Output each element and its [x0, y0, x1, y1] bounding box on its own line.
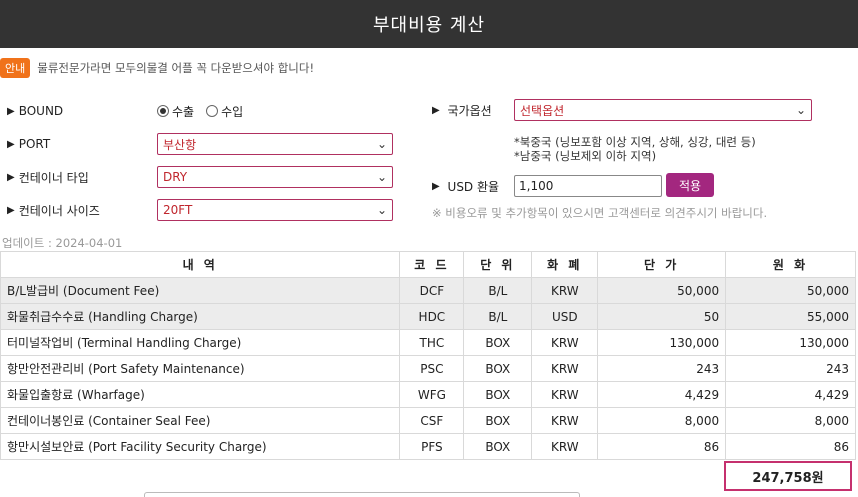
triangle-icon: ▶ — [432, 105, 440, 116]
notice-text: 물류전문가라면 모두의물결 어플 꼭 다운받으셔야 합니다! — [37, 61, 315, 75]
port-row: ▶ PORT 부산항 ⌄ — [7, 132, 397, 156]
cell-currency: KRW — [531, 277, 599, 304]
radio-import[interactable]: 수입 — [206, 103, 243, 120]
cell-krw: 86 — [725, 433, 856, 460]
cell-currency: KRW — [531, 407, 599, 434]
header-price: 단 가 — [597, 251, 727, 278]
page-header: 부대비용 계산 — [0, 0, 858, 48]
container-type-label: ▶ 컨테이너 타입 — [7, 170, 89, 185]
table-row: 컨테이너봉인료 (Container Seal Fee) CSF BOX KRW… — [0, 407, 856, 434]
country-note-south: *남중국 (닝보제외 이하 지역) — [514, 149, 657, 163]
country-option-label: ▶ 국가옵션 — [432, 104, 492, 118]
cell-currency: KRW — [531, 329, 599, 356]
cell-item: 항만안전관리비 (Port Safety Maintenance) — [0, 355, 401, 382]
cell-krw: 50,000 — [725, 277, 856, 304]
radio-export[interactable]: 수출 — [157, 103, 194, 120]
cell-currency: USD — [531, 303, 599, 330]
cell-item: 터미널작업비 (Terminal Handling Charge) — [0, 329, 401, 356]
cell-code: WFG — [399, 381, 465, 408]
cell-item: 화물취급수수료 (Handling Charge) — [0, 303, 401, 330]
cell-krw: 55,000 — [725, 303, 856, 330]
updated-date: 업데이트 : 2024-04-01 — [2, 236, 123, 250]
cell-item: 항만시설보안료 (Port Facility Security Charge) — [0, 433, 401, 460]
cell-krw: 130,000 — [725, 329, 856, 356]
triangle-icon: ▶ — [7, 171, 15, 183]
cell-unit: BOX — [463, 329, 533, 356]
cell-price: 86 — [597, 433, 727, 460]
cell-code: PSC — [399, 355, 465, 382]
triangle-icon: ▶ — [7, 105, 15, 117]
notice-bar: 안내 물류전문가라면 모두의물결 어플 꼭 다운받으셔야 합니다! — [0, 57, 314, 79]
cell-item: 컨테이너봉인료 (Container Seal Fee) — [0, 407, 401, 434]
chevron-down-icon: ⌄ — [376, 170, 387, 184]
cell-price: 8,000 — [597, 407, 727, 434]
apply-button[interactable]: 적용 — [666, 173, 714, 197]
cell-price: 50,000 — [597, 277, 727, 304]
fee-table: 내 역 코 드 단 위 화 폐 단 가 원 화 B/L발급비 (Document… — [0, 251, 856, 460]
cell-unit: BOX — [463, 381, 533, 408]
cell-code: THC — [399, 329, 465, 356]
cell-currency: KRW — [531, 433, 599, 460]
header-item: 내 역 — [0, 251, 401, 278]
container-size-label: ▶ 컨테이너 사이즈 — [7, 203, 100, 218]
port-label: ▶ PORT — [7, 137, 51, 151]
cell-currency: KRW — [531, 355, 599, 382]
table-row: 항만안전관리비 (Port Safety Maintenance) PSC BO… — [0, 355, 856, 382]
chevron-down-icon: ⌄ — [376, 203, 387, 217]
header-unit: 단 위 — [463, 251, 533, 278]
cell-price: 130,000 — [597, 329, 727, 356]
bound-label: ▶ BOUND — [7, 104, 64, 118]
table-row: 화물취급수수료 (Handling Charge) HDC B/L USD 50… — [0, 303, 856, 330]
port-select[interactable]: 부산항 ⌄ — [157, 133, 393, 155]
container-size-row: ▶ 컨테이너 사이즈 20FT ⌄ — [7, 198, 397, 222]
triangle-icon: ▶ — [432, 181, 440, 192]
cell-unit: BOX — [463, 355, 533, 382]
cell-unit: B/L — [463, 303, 533, 330]
header-krw: 원 화 — [725, 251, 856, 278]
table-row: 화물입출항료 (Wharfage) WFG BOX KRW 4,429 4,42… — [0, 381, 856, 408]
cell-krw: 4,429 — [725, 381, 856, 408]
table-row: B/L발급비 (Document Fee) DCF B/L KRW 50,000… — [0, 277, 856, 304]
bound-row: ▶ BOUND 수출 수입 — [7, 99, 397, 123]
cell-price: 4,429 — [597, 381, 727, 408]
cell-code: CSF — [399, 407, 465, 434]
cell-item: B/L발급비 (Document Fee) — [0, 277, 401, 304]
cell-currency: KRW — [531, 381, 599, 408]
warning-text: ※ 비용오류 및 추가항목이 있으시면 고객센터로 의견주시기 바랍니다. — [432, 206, 768, 220]
usd-rate-input[interactable]: 1,100 — [514, 175, 662, 197]
cell-unit: BOX — [463, 433, 533, 460]
country-option-select[interactable]: 선택옵션 ⌄ — [514, 99, 812, 121]
cell-item: 화물입출항료 (Wharfage) — [0, 381, 401, 408]
radio-unchecked-icon — [206, 105, 219, 117]
cell-krw: 243 — [725, 355, 856, 382]
chevron-down-icon: ⌄ — [376, 137, 387, 151]
container-type-select[interactable]: DRY ⌄ — [157, 166, 393, 188]
table-row: 터미널작업비 (Terminal Handling Charge) THC BO… — [0, 329, 856, 356]
header-currency: 화 폐 — [531, 251, 599, 278]
table-header-row: 내 역 코 드 단 위 화 폐 단 가 원 화 — [0, 251, 856, 278]
cell-code: DCF — [399, 277, 465, 304]
chevron-down-icon: ⌄ — [795, 103, 806, 117]
radio-checked-icon — [157, 105, 169, 117]
bottom-panel — [144, 492, 580, 497]
cell-unit: B/L — [463, 277, 533, 304]
bound-radios: 수출 수입 — [157, 103, 255, 120]
container-type-row: ▶ 컨테이너 타입 DRY ⌄ — [7, 165, 397, 189]
notice-badge: 안내 — [0, 58, 31, 78]
triangle-icon: ▶ — [7, 138, 15, 150]
cell-code: HDC — [399, 303, 465, 330]
cell-code: PFS — [399, 433, 465, 460]
table-row: 항만시설보안료 (Port Facility Security Charge) … — [0, 433, 856, 460]
cell-price: 243 — [597, 355, 727, 382]
container-size-select[interactable]: 20FT ⌄ — [157, 199, 393, 221]
cell-unit: BOX — [463, 407, 533, 434]
cell-krw: 8,000 — [725, 407, 856, 434]
total-amount: 247,758원 — [724, 461, 852, 491]
header-code: 코 드 — [399, 251, 465, 278]
triangle-icon: ▶ — [7, 204, 15, 216]
page-title: 부대비용 계산 — [372, 15, 486, 36]
usd-rate-label: ▶ USD 환율 — [432, 180, 500, 194]
cell-price: 50 — [597, 303, 727, 330]
